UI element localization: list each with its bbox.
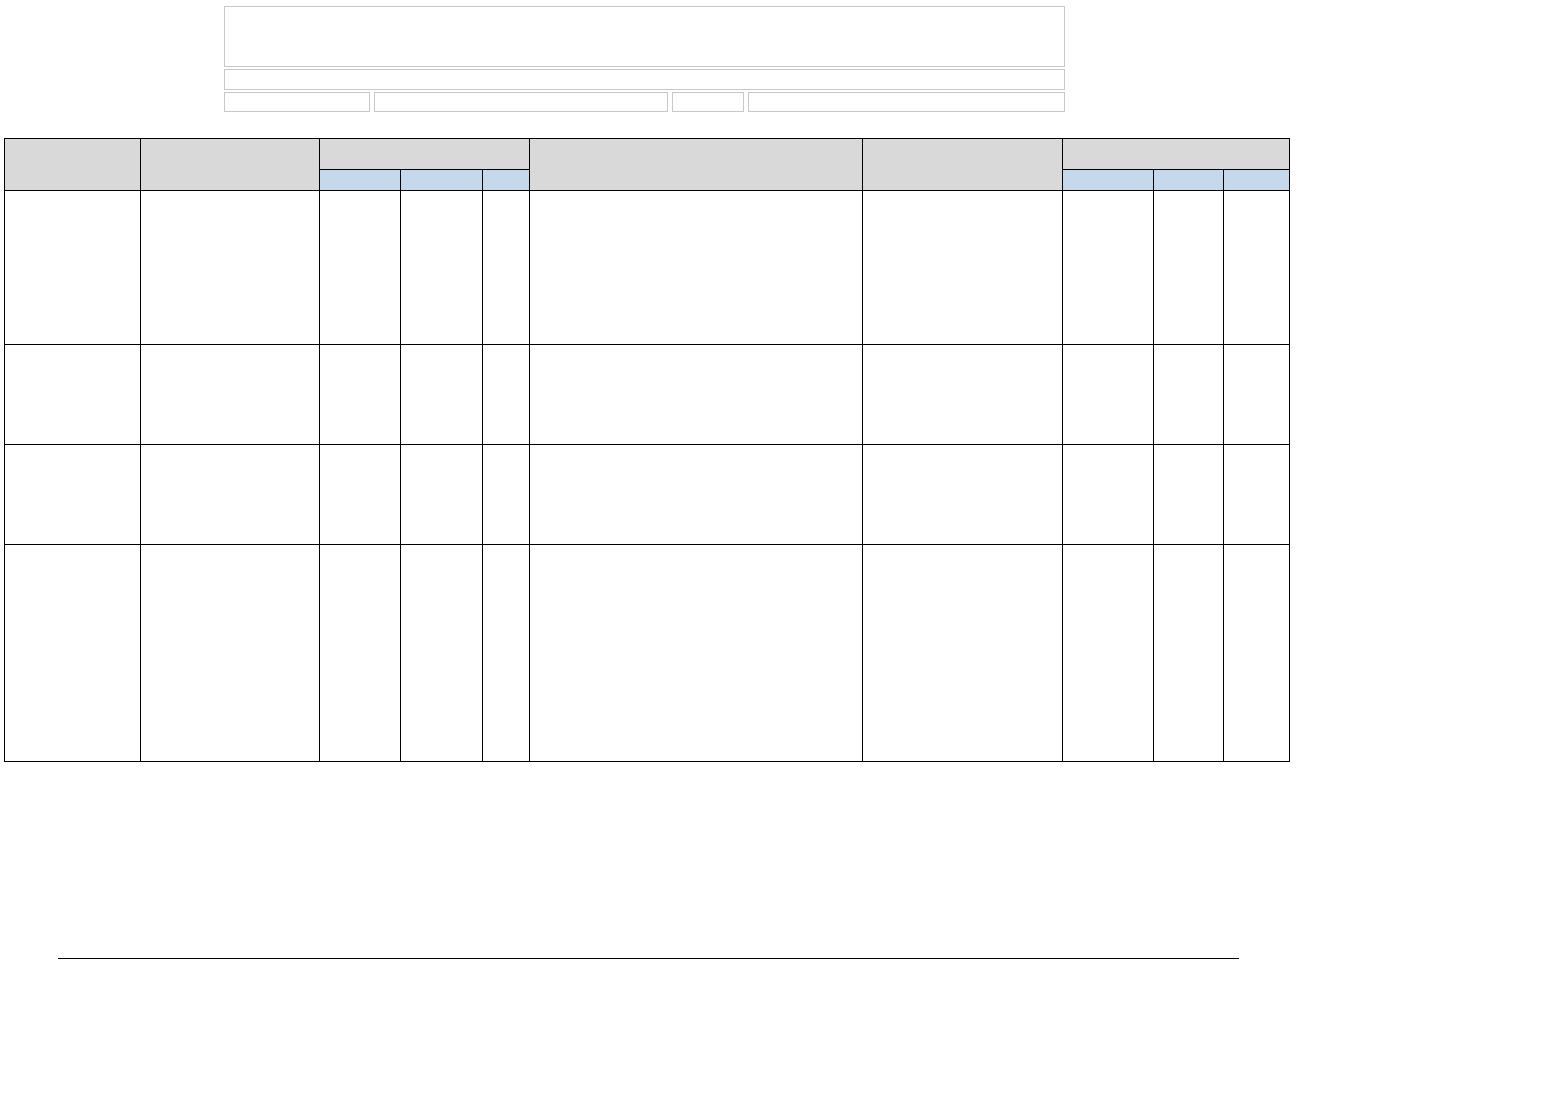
cell [1063,191,1154,345]
col-subheader-f3 [1224,170,1290,191]
col-subheader-c1 [320,170,401,191]
cell [483,191,530,345]
header-row3-cell-4 [748,92,1065,112]
header-box-1 [224,6,1065,67]
col-header-b [141,139,320,191]
cell [483,445,530,545]
cell [863,545,1063,762]
cell [1063,345,1154,445]
col-header-d [530,139,863,191]
cell [320,445,401,545]
cell [1063,545,1154,762]
col-subheader-f1 [1063,170,1154,191]
header-row-3 [224,92,1065,112]
cell [5,545,141,762]
cell [863,445,1063,545]
cell [320,345,401,445]
cell [483,345,530,445]
cell [530,545,863,762]
header-fields [224,6,1065,112]
col-header-e [863,139,1063,191]
cell [141,345,320,445]
cell [530,191,863,345]
cell [5,445,141,545]
cell [401,445,483,545]
page [0,0,1555,1112]
cell [1063,445,1154,545]
table-row [5,345,1290,445]
header-box-2 [224,69,1065,90]
col-subheader-c2 [401,170,483,191]
cell [530,445,863,545]
header-row3-cell-2 [374,92,668,112]
cell [1224,545,1290,762]
cell [1154,345,1224,445]
header-row3-cell-3 [672,92,744,112]
cell [5,191,141,345]
col-subheader-c3 [483,170,530,191]
cell [141,191,320,345]
cell [530,345,863,445]
cell [141,445,320,545]
cell [1224,345,1290,445]
col-header-a [5,139,141,191]
col-header-f-group [1063,139,1290,170]
col-header-c-group [320,139,530,170]
table-row [5,545,1290,762]
cell [401,191,483,345]
cell [863,345,1063,445]
cell [483,545,530,762]
table-row [5,191,1290,345]
cell [1224,445,1290,545]
cell [1154,545,1224,762]
cell [320,545,401,762]
cell [141,545,320,762]
cell [863,191,1063,345]
footer-rule [58,958,1239,959]
table-row [5,445,1290,545]
col-subheader-f2 [1154,170,1224,191]
cell [320,191,401,345]
cell [1154,191,1224,345]
cell [1224,191,1290,345]
main-table [4,138,1290,762]
cell [401,545,483,762]
cell [5,345,141,445]
cell [1154,445,1224,545]
header-row3-cell-1 [224,92,370,112]
cell [401,345,483,445]
